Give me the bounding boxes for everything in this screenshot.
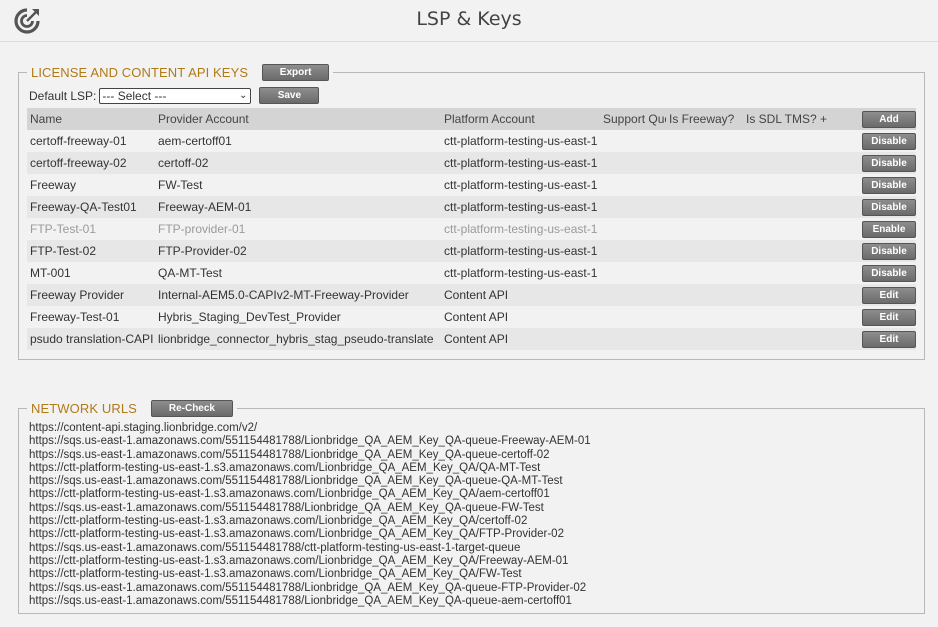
row-name: MT-001 (30, 266, 71, 280)
url-item: https://sqs.us-east-1.amazonaws.com/5511… (29, 448, 550, 461)
row-name: certoff-freeway-02 (27, 152, 155, 174)
row-platform: Content API (444, 310, 509, 324)
row-platform: ctt-platform-testing-us-east-1 (444, 178, 598, 192)
url-item: https://ctt-platform-testing-us-east-1.s… (29, 528, 564, 541)
disable-button[interactable]: Disable (862, 154, 916, 172)
url-item: https://sqs.us-east-1.amazonaws.com/5511… (29, 581, 587, 594)
license-keys-section: LICENSE AND CONTENT API KEYS Export Defa… (18, 61, 925, 360)
url-item: https://sqs.us-east-1.amazonaws.com/5511… (29, 541, 521, 554)
plus-icon[interactable]: + (817, 108, 842, 130)
url-list: https://content-api.staging.lionbridge.c… (29, 422, 591, 608)
url-item: https://sqs.us-east-1.amazonaws.com/5511… (29, 594, 572, 607)
row-name: Freeway-QA-Test01 (27, 196, 155, 218)
col-is-sdl[interactable]: Is SDL TMS? (743, 108, 817, 130)
url-item: https://ctt-platform-testing-us-east-1.s… (29, 461, 541, 474)
url-item: https://sqs.us-east-1.amazonaws.com/5511… (29, 435, 591, 448)
row-name: certoff-freeway-01 (30, 134, 127, 148)
disable-button[interactable]: Disable (862, 132, 916, 150)
disable-button[interactable]: Disable (862, 198, 916, 216)
table-row: Freeway FW-Test ctt-platform-testing-us-… (27, 174, 916, 196)
row-platform: ctt-platform-testing-us-east-1 (444, 134, 598, 148)
add-button[interactable]: Add (862, 110, 916, 128)
col-platform[interactable]: Platform Account (441, 108, 600, 130)
row-platform: ctt-platform-testing-us-east-1 (444, 266, 598, 280)
row-platform: ctt-platform-testing-us-east-1 (441, 152, 600, 174)
url-item: https://ctt-platform-testing-us-east-1.s… (29, 568, 522, 581)
network-urls-section: NETWORK URLS Re-Check https://content-ap… (18, 397, 925, 614)
row-provider: Hybris_Staging_DevTest_Provider (158, 310, 341, 324)
row-provider: FTP-provider-01 (158, 222, 246, 236)
enable-button[interactable]: Enable (862, 220, 916, 238)
row-provider: FW-Test (158, 178, 203, 192)
col-is-freeway[interactable]: Is Freeway? (666, 108, 743, 130)
table-row: certoff-freeway-02 certoff-02 ctt-platfo… (27, 152, 916, 174)
edit-button[interactable]: Edit (862, 286, 916, 304)
row-provider: certoff-02 (155, 152, 441, 174)
network-legend: NETWORK URLS Re-Check (27, 397, 237, 419)
row-provider: Internal-AEM5.0-CAPIv2-MT-Freeway-Provid… (155, 284, 441, 306)
table-row: psudo translation-CAPI lionbridge_connec… (27, 328, 916, 350)
url-item: https://ctt-platform-testing-us-east-1.s… (29, 488, 550, 501)
url-item: https://ctt-platform-testing-us-east-1.s… (29, 554, 569, 567)
row-provider: Freeway-AEM-01 (155, 196, 441, 218)
page-title: LSP & Keys (416, 8, 522, 30)
row-name: Freeway (30, 178, 77, 192)
row-platform: Content API (441, 284, 600, 306)
url-item: https://sqs.us-east-1.amazonaws.com/5511… (29, 501, 544, 514)
keys-table: Name Provider Account Platform Account S… (27, 108, 916, 350)
row-name: Freeway-Test-01 (30, 310, 120, 324)
license-legend: LICENSE AND CONTENT API KEYS Export (27, 61, 334, 83)
disable-button[interactable]: Disable (862, 242, 916, 260)
network-legend-text: NETWORK URLS (31, 400, 137, 416)
row-provider: lionbridge_connector_hybris_stag_pseudo-… (155, 328, 441, 350)
row-provider: FTP-Provider-02 (155, 240, 441, 262)
edit-button[interactable]: Edit (862, 308, 916, 326)
edit-button[interactable]: Edit (862, 330, 916, 348)
table-row: Freeway-QA-Test01 Freeway-AEM-01 ctt-pla… (27, 196, 916, 218)
default-lsp-value: --- Select --- (102, 88, 167, 103)
col-name[interactable]: Name (27, 108, 155, 130)
table-row: certoff-freeway-01 aem-certoff01 ctt-pla… (27, 130, 916, 152)
table-header-row: Name Provider Account Platform Account S… (27, 108, 916, 130)
url-item: https://ctt-platform-testing-us-east-1.s… (29, 515, 528, 528)
row-platform: ctt-platform-testing-us-east-1 (444, 222, 598, 236)
chevron-down-icon: ⌄ (238, 89, 248, 101)
export-button[interactable]: Export (262, 63, 330, 81)
url-item: https://sqs.us-east-1.amazonaws.com/5511… (29, 475, 563, 488)
disable-button[interactable]: Disable (862, 176, 916, 194)
disable-button[interactable]: Disable (862, 264, 916, 282)
table-row: Freeway Provider Internal-AEM5.0-CAPIv2-… (27, 284, 916, 306)
add-cell: Add (842, 108, 916, 130)
row-name: FTP-Test-02 (27, 240, 155, 262)
row-platform: ctt-platform-testing-us-east-1 (441, 240, 600, 262)
row-platform: Content API (441, 328, 600, 350)
table-row: MT-001 QA-MT-Test ctt-platform-testing-u… (27, 262, 916, 284)
col-support-quote[interactable]: Support Quote (600, 108, 666, 130)
license-legend-text: LICENSE AND CONTENT API KEYS (31, 64, 249, 80)
table-row: Freeway-Test-01 Hybris_Staging_DevTest_P… (27, 306, 916, 328)
row-provider: QA-MT-Test (158, 266, 223, 280)
table-row: FTP-Test-02 FTP-Provider-02 ctt-platform… (27, 240, 916, 262)
recheck-button[interactable]: Re-Check (150, 399, 233, 417)
default-lsp-row: Default LSP: --- Select --- ⌄ Save (29, 87, 320, 104)
table-row: FTP-Test-01 FTP-provider-01 ctt-platform… (27, 218, 916, 240)
row-platform: ctt-platform-testing-us-east-1 (441, 196, 600, 218)
top-bar: LSP & Keys (0, 0, 938, 42)
default-lsp-select[interactable]: --- Select --- ⌄ (99, 87, 252, 104)
row-provider: aem-certoff01 (158, 134, 232, 148)
col-provider[interactable]: Provider Account (155, 108, 441, 130)
row-name: Freeway Provider (27, 284, 155, 306)
default-lsp-label: Default LSP: (29, 88, 97, 103)
url-item: https://content-api.staging.lionbridge.c… (29, 422, 258, 434)
row-name: FTP-Test-01 (30, 222, 97, 236)
save-button[interactable]: Save (259, 87, 320, 104)
row-name: psudo translation-CAPI (27, 328, 155, 350)
